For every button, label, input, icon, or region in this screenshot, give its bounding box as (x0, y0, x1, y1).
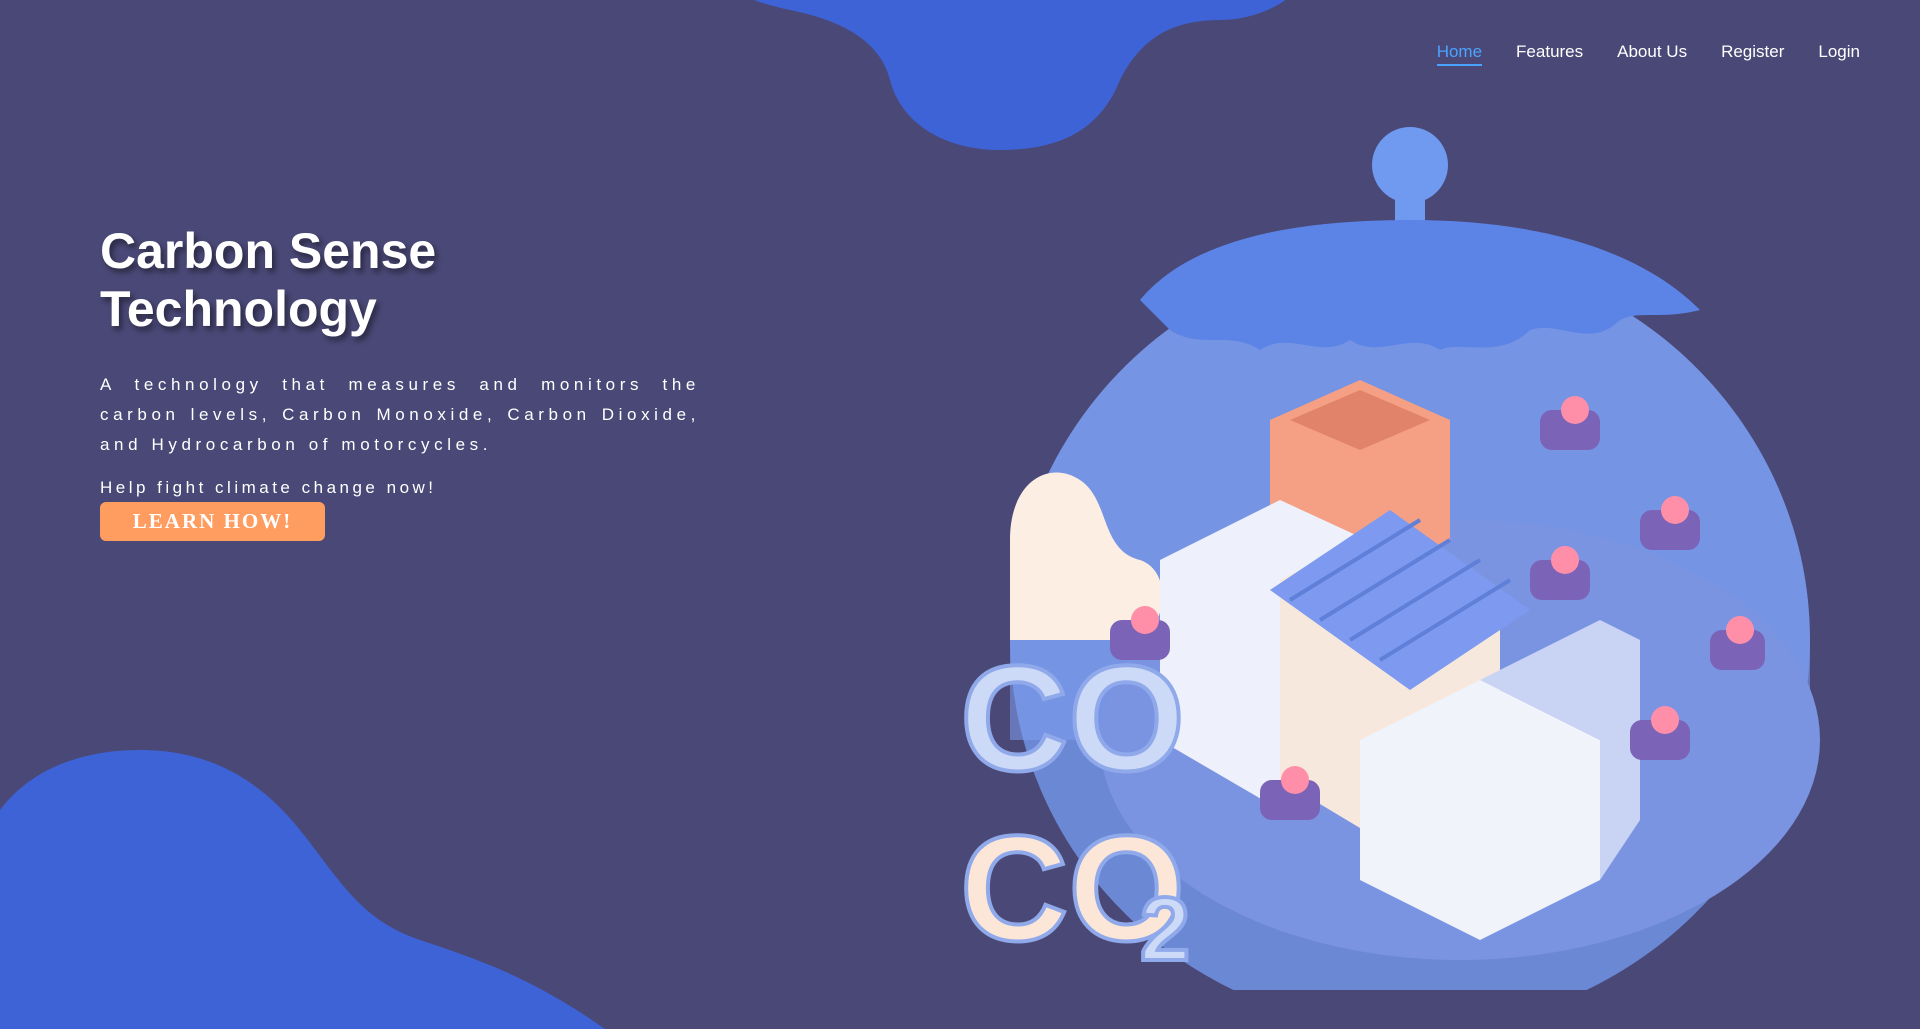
hero-description: A technology that measures and monitors … (100, 375, 700, 454)
svg-text:2: 2 (1140, 880, 1190, 980)
decorative-blob-bottom (0, 750, 605, 1029)
main-nav: Home Features About Us Register Login (1436, 42, 1860, 66)
nav-about-us[interactable]: About Us (1617, 42, 1687, 66)
landing-page: Home Features About Us Register Login Ca… (0, 0, 1920, 1029)
hero-section: Carbon Sense Technology A technology tha… (100, 222, 700, 498)
hero-title: Carbon Sense Technology (100, 223, 437, 337)
nav-home[interactable]: Home (1436, 42, 1483, 66)
svg-text:CO: CO (960, 634, 1185, 802)
nav-features[interactable]: Features (1516, 42, 1583, 66)
nav-register[interactable]: Register (1721, 42, 1784, 66)
hero-tagline: Help fight climate change now! (100, 478, 437, 497)
factory-dome-illustration: CO CO 2 (958, 127, 1820, 990)
nav-login[interactable]: Login (1818, 42, 1860, 66)
learn-how-button[interactable]: LEARN HOW! (100, 502, 325, 541)
